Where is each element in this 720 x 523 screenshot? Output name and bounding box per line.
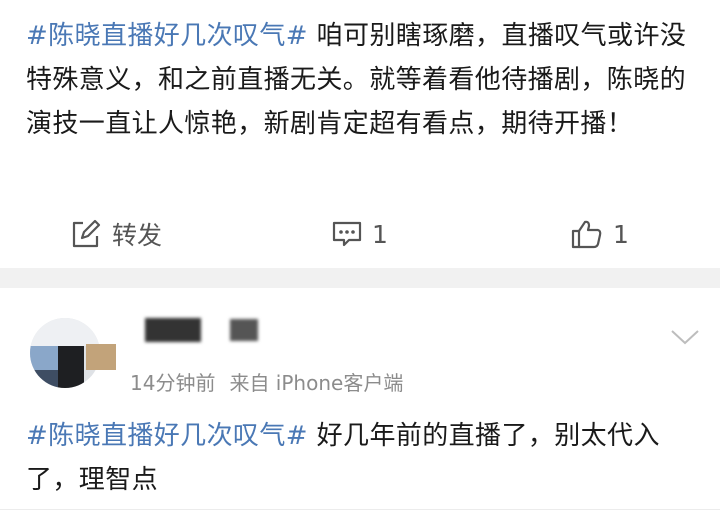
username-redacted-2 [230,319,258,341]
topic-link[interactable]: #陈晓直播好几次叹气# [26,21,308,51]
repost-label: 转发 [112,221,163,250]
section-divider [0,268,720,288]
username-redacted[interactable] [145,318,201,342]
comment-item: 14分钟前 来自 iPhone客户端 #陈晓直播好几次叹气# 好几年前的直播了，别… [0,288,720,523]
avatar-badge [86,344,116,370]
comment-time: 14分钟前 [130,371,216,395]
edit-share-icon [70,219,102,249]
comment-bubble-icon [332,219,362,249]
thumbs-up-icon [571,219,603,249]
like-button[interactable]: 1 [571,206,629,262]
like-count: 1 [613,219,629,249]
comment-topic-link[interactable]: #陈晓直播好几次叹气# [26,421,308,451]
comment-separator [0,509,720,510]
post-body: #陈晓直播好几次叹气# 咱可别瞎琢磨，直播叹气或许没特殊意义，和之前直播无关。就… [26,14,700,146]
comment-button[interactable]: 1 [332,206,388,262]
comment-body: #陈晓直播好几次叹气# 好几年前的直播了，别太代入了，理智点 [26,414,700,502]
comment-count: 1 [372,219,388,249]
repost-button[interactable]: 转发 [70,206,162,262]
comment-source: 来自 iPhone客户端 [229,371,404,395]
comment-meta: 14分钟前 来自 iPhone客户端 [130,367,403,396]
weibo-post: #陈晓直播好几次叹气# 咱可别瞎琢磨，直播叹气或许没特殊意义，和之前直播无关。就… [0,0,720,268]
post-actions: 转发 1 1 [0,206,720,262]
chevron-down-icon[interactable] [670,328,700,350]
